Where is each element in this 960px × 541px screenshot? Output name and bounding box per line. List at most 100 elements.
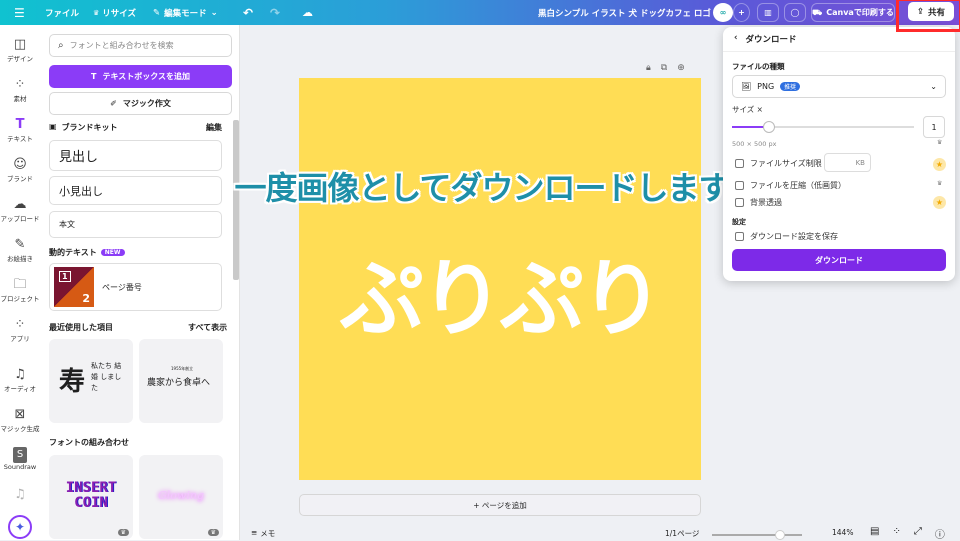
- font-search-input[interactable]: ⌕ フォントと組み合わせを検索: [49, 34, 232, 57]
- file-menu[interactable]: ファイル: [45, 0, 79, 25]
- magic-assistant-button[interactable]: ✦: [8, 515, 32, 539]
- zoom-slider[interactable]: [712, 530, 802, 540]
- redo-icon[interactable]: ↷: [270, 0, 280, 25]
- rail-elements[interactable]: ⁘ 素材: [0, 77, 40, 103]
- rail-label: お絵描き: [7, 255, 33, 263]
- print-button[interactable]: ⛟ Canvaで印刷する: [811, 3, 895, 22]
- chevron-down-icon: ⌄: [210, 7, 218, 18]
- comment-icon[interactable]: ◯: [784, 3, 806, 22]
- page-view-icon[interactable]: ▤: [870, 526, 879, 541]
- add-page-button[interactable]: + ページを追加: [299, 494, 701, 516]
- rail-upload[interactable]: ☁ アップロード: [0, 197, 40, 223]
- highlight-box: [896, 0, 960, 32]
- music-app-icon: ♫: [14, 487, 26, 502]
- rail-audio[interactable]: ♫ オーディオ: [0, 367, 40, 393]
- rail-projects[interactable]: 🗀 プロジェクト: [0, 277, 40, 303]
- document-title[interactable]: 黒白シンプル イラスト 犬 ドッグカフェ ロゴ: [538, 0, 711, 25]
- show-all-link[interactable]: すべて表示: [188, 322, 227, 333]
- checkbox[interactable]: [735, 232, 744, 241]
- size-slider[interactable]: [732, 121, 914, 133]
- rail-label: 素材: [13, 95, 27, 103]
- undo-icon[interactable]: ↶: [243, 0, 253, 25]
- size-input[interactable]: 1: [923, 116, 945, 138]
- cloud-saved-icon[interactable]: ☁: [302, 0, 313, 25]
- avatar[interactable]: ∞: [713, 3, 733, 22]
- premium-star-icon: ★: [933, 158, 946, 171]
- dynamic-text-header: 動的テキスト NEW: [49, 247, 125, 258]
- add-textbox-button[interactable]: T テキストボックスを追加: [49, 65, 232, 88]
- add-collaborator-button[interactable]: +: [733, 3, 750, 22]
- zoom-level[interactable]: 144%: [832, 528, 853, 537]
- kb-input[interactable]: KB: [824, 153, 871, 172]
- font-combo-item[interactable]: Glowing ♛: [139, 455, 223, 539]
- crown-icon: ♛: [207, 529, 219, 536]
- font-combos-header: フォントの組み合わせ: [49, 438, 129, 447]
- resize-menu[interactable]: ♛ リサイズ: [93, 0, 136, 25]
- image-icon: 🖼︎: [741, 82, 752, 91]
- zoom-slider-handle[interactable]: [775, 530, 785, 540]
- rail-label: プロジェクト: [0, 295, 40, 303]
- resize-label: リサイズ: [102, 8, 137, 19]
- hamburger-icon[interactable]: ☰: [14, 0, 25, 25]
- limit-size-checkbox[interactable]: ファイルサイズ制限: [735, 158, 822, 169]
- rail-label: テキスト: [7, 135, 33, 143]
- page-indicator[interactable]: 1/1ページ: [665, 528, 699, 539]
- size-label: サイズ ×: [732, 105, 763, 114]
- crown-icon: ♛: [93, 8, 100, 17]
- page-number-label: ページ番号: [102, 282, 142, 292]
- notes-button[interactable]: ≡ メモ: [251, 528, 275, 539]
- new-badge: NEW: [100, 249, 125, 256]
- audio-icon: ♫: [14, 367, 26, 382]
- rail-apps[interactable]: ⁘ アプリ: [0, 317, 40, 343]
- download-button[interactable]: ダウンロード: [732, 249, 946, 271]
- brand-icon: ▣: [49, 122, 57, 131]
- checkbox[interactable]: [735, 198, 744, 207]
- recent-item-big: 農家から食卓へ: [147, 378, 211, 388]
- main-text[interactable]: ぷりぷり: [299, 232, 701, 353]
- analytics-icon[interactable]: ▥: [757, 3, 779, 22]
- recent-item[interactable]: 1955年創立 農家から食卓へ: [139, 339, 223, 423]
- body-style[interactable]: 本文: [49, 211, 222, 238]
- search-placeholder: フォントと組み合わせを検索: [69, 41, 174, 50]
- rail-magic[interactable]: ⊠ マジック生成: [0, 407, 40, 433]
- download-back-button[interactable]: ‹ ダウンロード: [734, 33, 797, 45]
- soundraw-icon: S: [13, 447, 27, 463]
- rail-brand[interactable]: ☺ ブランド: [0, 157, 40, 183]
- size-slider-handle[interactable]: [763, 121, 775, 133]
- file-type-select[interactable]: 🖼︎ PNG 推奨 ⌄: [732, 75, 946, 98]
- grid-view-icon[interactable]: ⁘: [892, 526, 900, 541]
- save-settings-checkbox[interactable]: ダウンロード設定を保存: [735, 231, 838, 242]
- page-number-card[interactable]: 12 ページ番号: [49, 263, 222, 311]
- checkbox[interactable]: [735, 159, 744, 168]
- compress-checkbox[interactable]: ファイルを圧縮（低画質）: [735, 180, 846, 191]
- subheading-style[interactable]: 小見出し: [49, 176, 222, 205]
- transparent-bg-checkbox[interactable]: 背景透過: [735, 197, 782, 208]
- recommended-badge: 推奨: [780, 82, 801, 91]
- crown-icon: ♛: [117, 529, 129, 536]
- rail-label: デザイン: [7, 55, 33, 63]
- rail-draw[interactable]: ✎ お絵描き: [0, 237, 40, 263]
- rail-text[interactable]: T テキスト: [0, 117, 40, 143]
- heading-style[interactable]: 見出し: [49, 140, 222, 171]
- add-page-icon[interactable]: ⊕: [677, 63, 685, 73]
- edit-mode-menu[interactable]: ✎ 編集モード ⌄: [153, 0, 218, 25]
- font-combo-item[interactable]: INSERT COIN ♛: [49, 455, 133, 539]
- help-icon[interactable]: ⓘ: [935, 526, 945, 541]
- fullscreen-icon[interactable]: ⤢: [914, 526, 922, 541]
- brand-kit-edit-link[interactable]: 編集: [206, 122, 222, 133]
- checkbox[interactable]: [735, 181, 744, 190]
- magic-write-button[interactable]: ✐ マジック作文: [49, 92, 232, 115]
- lock-icon[interactable]: 🔒︎: [646, 63, 651, 73]
- text-icon: T: [91, 72, 97, 81]
- duplicate-icon[interactable]: ⧉: [661, 63, 667, 73]
- rail-design[interactable]: ◫ デザイン: [0, 37, 40, 63]
- rail-app-extra[interactable]: ♫: [0, 487, 40, 503]
- edit-mode-label: 編集モード: [164, 8, 207, 19]
- limit-size-label: ファイルサイズ制限: [750, 159, 822, 168]
- search-icon: ⌕: [58, 40, 64, 51]
- premium-star-icon: ★: [933, 196, 946, 209]
- rail-soundraw[interactable]: S Soundraw: [0, 447, 40, 471]
- dynamic-text-label: 動的テキスト: [49, 248, 97, 257]
- brand-kit-label: ブランドキット: [61, 123, 118, 132]
- recent-item[interactable]: 寿 私たち 結婚 しました: [49, 339, 133, 423]
